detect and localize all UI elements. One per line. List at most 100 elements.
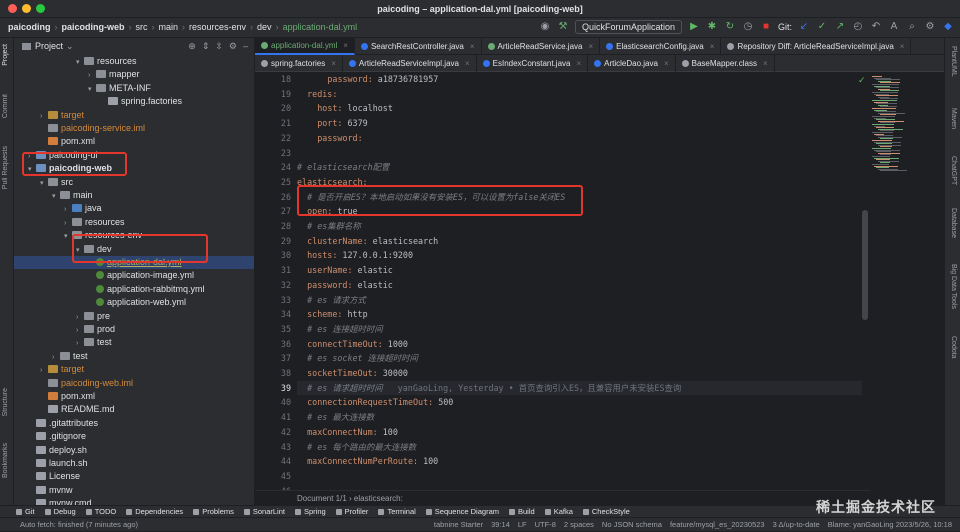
bookmarks-tool-tab[interactable]: Bookmarks — [2, 443, 9, 478]
tree-item[interactable]: pom.xml — [40, 390, 95, 403]
tool-window-button[interactable]: Spring — [294, 507, 326, 516]
status-widget[interactable]: No JSON schema — [602, 518, 662, 532]
code-line[interactable]: # elasticsearch配置 — [297, 160, 389, 175]
close-icon[interactable]: × — [900, 38, 905, 55]
tool-window-button[interactable]: Build — [509, 507, 535, 516]
close-icon[interactable]: × — [588, 38, 593, 55]
collapse-all-icon[interactable]: ⇳ — [215, 41, 223, 52]
chatgpt-tool-tab[interactable]: ChatGPT — [950, 156, 957, 185]
locate-icon[interactable]: ⊕ — [188, 41, 196, 52]
inspection-ok-icon[interactable]: ✓ — [858, 75, 866, 86]
chevron-icon[interactable]: › — [64, 217, 72, 230]
close-icon[interactable]: × — [763, 55, 768, 72]
close-icon[interactable]: × — [465, 55, 470, 72]
tree-item[interactable]: mvnw.cmd — [28, 497, 92, 505]
tree-item[interactable]: spring.factories — [100, 95, 182, 108]
chevron-icon[interactable]: ▾ — [52, 190, 60, 203]
code-line[interactable]: userName: elastic — [307, 263, 393, 278]
close-icon[interactable]: × — [576, 55, 581, 72]
run-icon[interactable]: ▶ — [688, 21, 700, 33]
stop-icon[interactable]: ■ — [760, 21, 772, 33]
code-line[interactable]: maxConnectNumPerRoute: 100 — [307, 454, 438, 469]
close-icon[interactable]: × — [470, 38, 475, 55]
status-widget[interactable]: tabnine Starter — [434, 518, 483, 532]
status-widget[interactable]: 39:14 — [491, 518, 510, 532]
editor-tab[interactable]: BaseMapper.class × — [676, 55, 775, 72]
breadcrumb-item[interactable]: dev — [257, 22, 272, 32]
line-number-gutter[interactable]: 18 19 20 21 22 23 24 25 26 27 28 29 30 31 32 33 34 35 36 37… — [255, 72, 295, 510]
maven-tool-tab[interactable]: Maven — [950, 108, 957, 129]
chevron-icon[interactable]: › — [40, 364, 48, 377]
editor-tab[interactable]: spring.factories × — [255, 55, 343, 72]
tree-item[interactable]: License — [28, 470, 80, 483]
code-line[interactable]: # es 最大连接数 — [307, 410, 374, 425]
code-line[interactable]: connectionRequestTimeOut: 500 — [307, 395, 453, 410]
code-line[interactable]: # es 每个路由的最大连接数 — [307, 440, 416, 455]
tree-item[interactable]: ▾ META-INF — [88, 82, 151, 95]
tree-item[interactable]: ▾ resources — [76, 55, 137, 68]
tree-item[interactable]: paicoding-service.iml — [40, 122, 145, 135]
breadcrumb-item[interactable]: paicoding-web — [62, 22, 125, 32]
git-push-icon[interactable]: ↗ — [834, 21, 846, 33]
code-line[interactable]: host: localhost — [317, 101, 393, 116]
tree-item[interactable]: › resources — [64, 216, 125, 229]
status-widget[interactable]: LF — [518, 518, 527, 532]
git-commit-icon[interactable]: ✓ — [816, 21, 828, 33]
code-line[interactable]: hosts: 127.0.0.1:9200 — [307, 248, 413, 263]
tree-item[interactable]: ▾ src — [40, 176, 73, 189]
big-data-tools-tab[interactable]: Big Data Tools — [950, 264, 957, 309]
code-line[interactable]: # es 请求方式 — [307, 293, 366, 308]
history-icon[interactable]: ◴ — [852, 21, 864, 33]
code-line[interactable]: # es 连接超时时间 — [307, 322, 382, 337]
project-panel-title[interactable]: Project — [35, 41, 63, 51]
tool-window-button[interactable]: TODO — [85, 507, 116, 516]
tree-item[interactable]: mvnw — [28, 484, 73, 497]
code-line[interactable]: scheme: http — [307, 307, 368, 322]
chevron-icon[interactable]: › — [64, 203, 72, 216]
chevron-icon[interactable]: › — [76, 337, 84, 350]
tree-item[interactable]: pom.xml — [40, 135, 95, 148]
editor-tab[interactable]: ElasticsearchConfig.java × — [600, 38, 722, 55]
tree-item[interactable]: › mapper — [88, 68, 140, 81]
tree-item[interactable]: launch.sh — [28, 457, 88, 470]
tool-window-button[interactable]: Kafka — [544, 507, 573, 516]
status-widget[interactable]: 3 Δ/up-to-date — [773, 518, 820, 532]
chevron-icon[interactable]: › — [40, 110, 48, 123]
chevron-icon[interactable]: ▾ — [88, 83, 96, 96]
debug-icon[interactable]: ✱ — [706, 21, 718, 33]
user-icon[interactable]: ◉ — [539, 21, 551, 33]
tree-item[interactable]: › java — [64, 202, 102, 215]
editor-tab[interactable]: application-dal.yml × — [255, 38, 355, 55]
code-line[interactable]: password: a18736781957 — [327, 72, 438, 87]
editor-tab[interactable]: ArticleDao.java × — [588, 55, 676, 72]
tool-window-button[interactable]: SonarLint — [243, 507, 285, 516]
status-widget[interactable]: 2 spaces — [564, 518, 594, 532]
tree-item[interactable]: README.md — [40, 403, 115, 416]
code-line[interactable]: # es集群名称 — [307, 219, 361, 234]
editor-tab[interactable]: SearchRestController.java × — [355, 38, 482, 55]
code-line[interactable]: # es socket 连接超时时间 — [307, 351, 418, 366]
tree-item[interactable]: › target — [40, 363, 84, 376]
code-line[interactable]: password: elastic — [307, 278, 393, 293]
tree-item[interactable]: › test — [52, 350, 88, 363]
structure-tool-tab[interactable]: Structure — [2, 388, 9, 416]
tree-item[interactable]: › target — [40, 109, 84, 122]
tree-item[interactable]: › test — [76, 336, 112, 349]
editor-breadcrumb[interactable]: Document 1/1 › elasticsearch: — [255, 490, 870, 505]
tree-item[interactable]: › pre — [76, 310, 110, 323]
settings-icon[interactable]: ⚙ — [924, 21, 936, 33]
code-line[interactable]: password: — [317, 131, 362, 146]
tool-window-button[interactable]: Terminal — [378, 507, 416, 516]
code-content[interactable]: password: a18736781957 redis: host: localh… — [297, 72, 862, 505]
editor-scrollbar[interactable] — [862, 210, 868, 320]
plantuml-tool-tab[interactable]: PlantUML — [950, 46, 957, 77]
close-icon[interactable]: × — [664, 55, 669, 72]
code-line[interactable]: # es 请求超时时间 yanGaoLing, Yesterday • 首页查询… — [307, 381, 681, 396]
hammer-icon[interactable]: ⚒ — [557, 21, 569, 33]
status-widget[interactable]: Blame: yanGaoLing 2023/5/26, 10:18 — [828, 518, 952, 532]
chevron-icon[interactable]: › — [76, 311, 84, 324]
search-icon[interactable]: ⌕ — [906, 21, 918, 33]
codota-tool-tab[interactable]: Codota — [950, 336, 957, 359]
project-tool-tab[interactable]: Project — [2, 44, 9, 66]
status-widget[interactable]: UTF-8 — [535, 518, 556, 532]
